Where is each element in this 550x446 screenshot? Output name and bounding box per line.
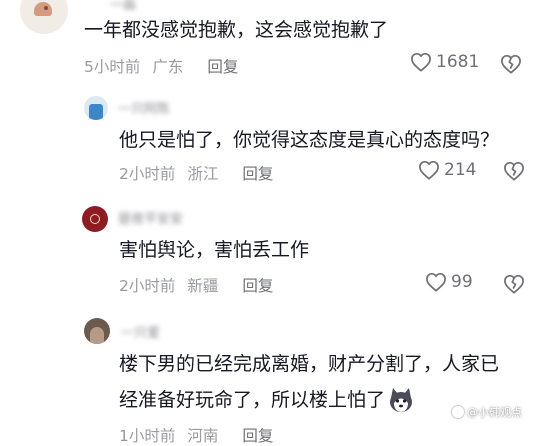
comment-time: 2小时前 bbox=[119, 165, 176, 183]
reply-button[interactable]: 回复 bbox=[242, 424, 273, 446]
comment-meta: 1小时前 河南 回复 bbox=[119, 424, 273, 446]
reply-button[interactable]: 回复 bbox=[207, 55, 238, 77]
comment-text-line2: 经准备好玩命了，所以楼上怕了 bbox=[119, 386, 415, 414]
heart-outline-icon bbox=[419, 160, 439, 180]
comment-username[interactable]: 一画 bbox=[110, 0, 136, 13]
comment-text: 一年都没感觉抱歉，这会感觉抱歉了 bbox=[84, 19, 389, 41]
like-count: 99 bbox=[451, 272, 473, 292]
comment-time: 2小时前 bbox=[119, 277, 176, 295]
comment-username[interactable]: 一只阿陈 bbox=[118, 98, 170, 117]
like-button[interactable]: 214 bbox=[418, 160, 476, 180]
heart-outline-icon bbox=[411, 52, 431, 72]
comment-location: 浙江 bbox=[187, 165, 219, 183]
comment-text: 他只是怕了，你觉得这态度是真心的态度吗？ bbox=[119, 129, 500, 151]
avatar[interactable] bbox=[84, 96, 108, 120]
reply-button[interactable]: 回复 bbox=[242, 162, 273, 184]
comment-meta: 5小时前 广东 回复 bbox=[84, 55, 238, 77]
broken-heart-icon[interactable] bbox=[500, 54, 522, 74]
watermark: @小韩观点 bbox=[452, 404, 522, 420]
comment-time: 1小时前 bbox=[119, 427, 176, 445]
comment-username[interactable]: 昼夜平安安 bbox=[118, 208, 183, 227]
comment-meta: 2小时前 浙江 回复 bbox=[119, 162, 273, 184]
avatar[interactable] bbox=[82, 206, 108, 232]
avatar[interactable] bbox=[20, 0, 68, 34]
husky-emoji-icon bbox=[390, 388, 413, 412]
avatar-figure bbox=[89, 104, 103, 120]
avatar-seal bbox=[90, 214, 100, 224]
comment-location: 新疆 bbox=[187, 277, 219, 295]
like-button[interactable]: 1681 bbox=[410, 52, 479, 72]
avatar-figure bbox=[34, 2, 52, 16]
watermark-text: @小韩观点 bbox=[467, 406, 522, 419]
comment-meta: 2小时前 新疆 回复 bbox=[119, 274, 273, 296]
watermark-icon bbox=[452, 406, 464, 418]
comment-text-line2-text: 经准备好玩命了，所以楼上怕了 bbox=[119, 389, 386, 411]
avatar-figure bbox=[90, 327, 104, 344]
broken-heart-icon[interactable] bbox=[503, 161, 525, 181]
avatar[interactable] bbox=[84, 318, 110, 344]
heart-outline-icon bbox=[426, 272, 446, 292]
avatar-figure-dot bbox=[44, 6, 48, 10]
comment-location: 广东 bbox=[152, 58, 184, 76]
comment-time: 5小时前 bbox=[84, 58, 141, 76]
comment-username[interactable]: 一只爱 bbox=[121, 322, 160, 341]
reply-button[interactable]: 回复 bbox=[242, 274, 273, 296]
comment-text: 害怕舆论，害怕丢工作 bbox=[119, 239, 310, 261]
comment-location: 河南 bbox=[187, 427, 219, 445]
like-count: 1681 bbox=[436, 52, 480, 72]
like-count: 214 bbox=[444, 160, 477, 180]
like-button[interactable]: 99 bbox=[425, 272, 473, 292]
comment-text-line1: 楼下男的已经完成离婚，财产分割了，人家已 bbox=[119, 353, 500, 375]
broken-heart-icon[interactable] bbox=[503, 274, 525, 294]
